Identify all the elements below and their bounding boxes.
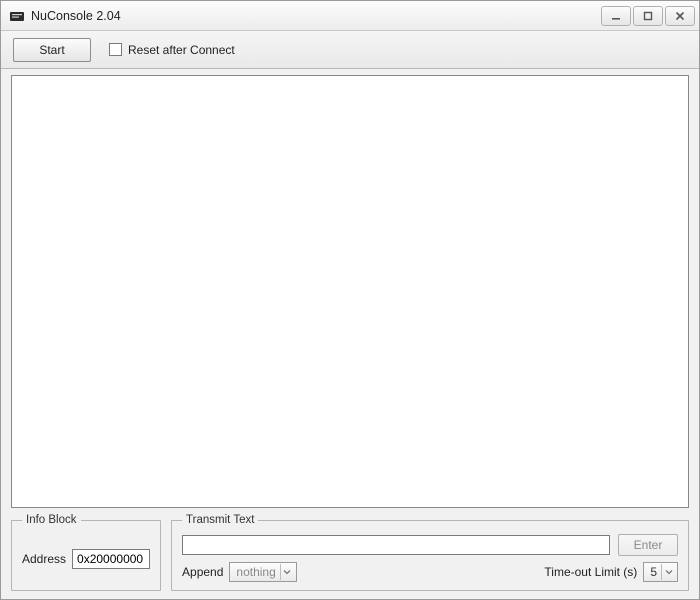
close-button[interactable] [665,6,695,26]
append-label: Append [182,565,223,579]
console-output[interactable] [11,75,689,508]
transmit-row-1: Enter [182,534,678,556]
address-row: Address [22,549,150,569]
titlebar: NuConsole 2.04 [1,1,699,31]
transmit-text-group: Transmit Text Enter Append nothing Time-… [171,514,689,591]
transmit-row-2: Append nothing Time-out Limit (s) 5 [182,562,678,582]
timeout-selected-value: 5 [650,565,657,579]
chevron-down-icon [661,564,675,580]
info-block-group: Info Block Address [11,514,161,591]
window-title: NuConsole 2.04 [31,9,599,23]
info-block-legend: Info Block [22,514,81,526]
timeout-select[interactable]: 5 [643,562,678,582]
address-input[interactable] [72,549,150,569]
enter-button[interactable]: Enter [618,534,678,556]
app-window: NuConsole 2.04 Start Reset after Connect [0,0,700,600]
address-label: Address [22,552,66,566]
app-icon [9,8,25,24]
checkbox-box[interactable] [109,43,122,56]
chevron-down-icon [280,564,294,580]
bottom-panels: Info Block Address Transmit Text Enter A… [11,514,689,591]
checkbox-label: Reset after Connect [128,43,235,57]
client-area: Info Block Address Transmit Text Enter A… [1,69,699,599]
timeout-label: Time-out Limit (s) [544,565,637,579]
reset-after-connect-checkbox[interactable]: Reset after Connect [109,43,235,57]
transmit-input[interactable] [182,535,610,555]
toolbar: Start Reset after Connect [1,31,699,69]
transmit-legend: Transmit Text [182,514,258,526]
append-selected-value: nothing [236,565,275,579]
window-controls [599,6,695,26]
minimize-button[interactable] [601,6,631,26]
append-select[interactable]: nothing [229,562,296,582]
maximize-button[interactable] [633,6,663,26]
start-button[interactable]: Start [13,38,91,62]
